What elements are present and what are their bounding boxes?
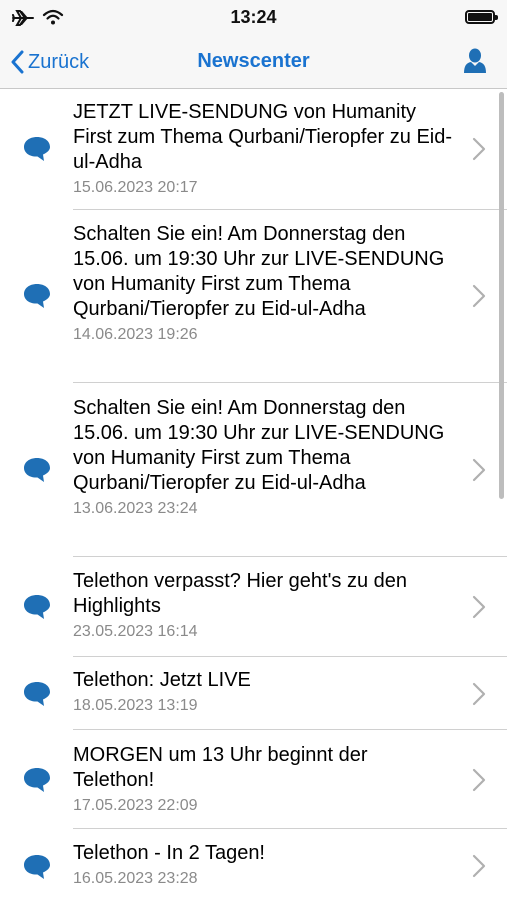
- news-title: Telethon verpasst? Hier geht's zu den Hi…: [73, 570, 408, 617]
- news-item[interactable]: Telethon: Jetzt LIVE 18.05.2023 13:19: [0, 657, 507, 730]
- scrollbar[interactable]: [499, 92, 504, 499]
- news-date: 18.05.2023 13:19: [73, 697, 198, 714]
- battery-icon: [465, 10, 498, 24]
- news-item[interactable]: MORGEN um 13 Uhr beginnt der Telethon! 1…: [0, 730, 507, 829]
- news-item[interactable]: Schalten Sie ein! Am Donnerstag den 15.0…: [0, 210, 507, 383]
- news-item[interactable]: Schalten Sie ein! Am Donnerstag den 15.0…: [0, 383, 507, 557]
- news-title: JETZT LIVE-SENDUNG von Humanity First zu…: [73, 101, 453, 173]
- navigation-bar: Zurück Newscenter: [0, 36, 507, 89]
- profile-button[interactable]: [463, 48, 487, 79]
- news-date: 13.06.2023 23:24: [73, 500, 198, 517]
- speech-bubble-icon: [24, 855, 50, 879]
- news-item[interactable]: JETZT LIVE-SENDUNG von Humanity First zu…: [0, 89, 507, 210]
- news-item[interactable]: Telethon - In 2 Tagen! 16.05.2023 23:28: [0, 829, 507, 900]
- news-title: Telethon: Jetzt LIVE: [73, 669, 251, 691]
- news-list[interactable]: JETZT LIVE-SENDUNG von Humanity First zu…: [0, 89, 507, 900]
- chevron-right-icon: [472, 284, 486, 308]
- news-date: 16.05.2023 23:28: [73, 870, 198, 887]
- speech-bubble-icon: [24, 458, 50, 482]
- person-icon: [464, 48, 486, 73]
- chevron-right-icon: [472, 768, 486, 792]
- chevron-right-icon: [472, 682, 486, 706]
- speech-bubble-icon: [24, 137, 50, 161]
- news-title: Telethon - In 2 Tagen!: [73, 842, 265, 864]
- news-date: 15.06.2023 20:17: [73, 179, 198, 196]
- speech-bubble-icon: [24, 284, 50, 308]
- news-item[interactable]: Telethon verpasst? Hier geht's zu den Hi…: [0, 557, 507, 657]
- news-title: MORGEN um 13 Uhr beginnt der Telethon!: [73, 744, 368, 791]
- chevron-right-icon: [472, 854, 486, 878]
- chevron-right-icon: [472, 458, 486, 482]
- speech-bubble-icon: [24, 595, 50, 619]
- status-bar: 13:24: [0, 0, 507, 36]
- speech-bubble-icon: [24, 682, 50, 706]
- news-title: Schalten Sie ein! Am Donnerstag den 15.0…: [73, 397, 445, 494]
- chevron-right-icon: [472, 595, 486, 619]
- news-date: 14.06.2023 19:26: [73, 326, 198, 343]
- page-title: Newscenter: [197, 50, 310, 72]
- status-time: 13:24: [230, 7, 277, 27]
- news-date: 23.05.2023 16:14: [73, 623, 198, 640]
- chevron-right-icon: [472, 137, 486, 161]
- news-title: Schalten Sie ein! Am Donnerstag den 15.0…: [73, 223, 445, 320]
- speech-bubble-icon: [24, 768, 50, 792]
- news-date: 17.05.2023 22:09: [73, 797, 198, 814]
